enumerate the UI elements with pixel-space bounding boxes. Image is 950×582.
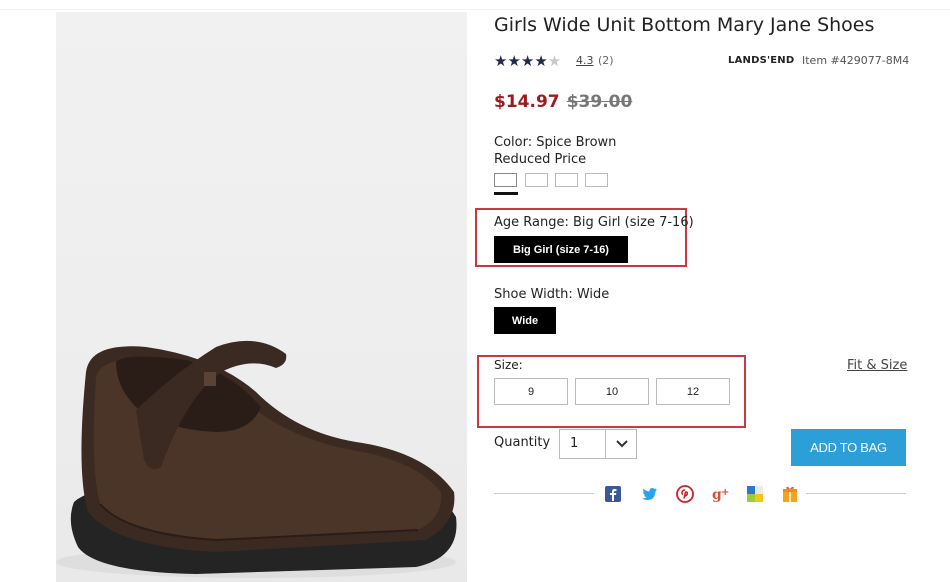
quantity-label: Quantity (494, 435, 551, 450)
original-price: $39.00 (566, 92, 633, 112)
top-border (0, 0, 950, 10)
age-range-label: Age Range: Big Girl (size 7-16) (494, 215, 694, 230)
facebook-icon[interactable] (604, 485, 622, 503)
svg-text:+: + (721, 487, 729, 498)
quantity-select[interactable]: 1 (559, 429, 637, 459)
star-empty: ★ (547, 52, 562, 70)
sale-price: $14.97 (494, 92, 560, 112)
color-swatch[interactable] (585, 173, 608, 187)
quantity-value: 1 (570, 436, 579, 451)
shoe-width-label: Shoe Width: Wide (494, 287, 610, 302)
price-row: $14.97 $39.00 (494, 92, 632, 112)
pinterest-icon[interactable] (676, 485, 694, 503)
brand-logo: LANDS'END (728, 55, 795, 66)
twitter-icon[interactable] (640, 485, 658, 503)
fit-and-size-link[interactable]: Fit & Size (847, 358, 907, 373)
size-option-button[interactable]: 9 (494, 378, 568, 405)
item-number: Item #429077-8M4 (802, 54, 910, 67)
gift-icon[interactable] (781, 485, 799, 503)
mary-jane-shoe-photo (56, 340, 457, 578)
color-label: Color: Spice Brown (494, 135, 617, 150)
delicious-icon[interactable] (746, 485, 764, 503)
stars-filled: ★★★★ (494, 52, 548, 70)
product-title: Girls Wide Unit Bottom Mary Jane Shoes (494, 14, 875, 36)
reduced-price-label: Reduced Price (494, 152, 587, 167)
size-label: Size: (494, 358, 523, 372)
share-divider-right (806, 493, 906, 494)
color-swatch[interactable] (555, 173, 578, 187)
size-option-button[interactable]: 10 (575, 378, 649, 405)
product-image[interactable] (56, 12, 467, 582)
rating-row: ★★★★★ 4.3 (2) LANDS'END Item #429077-8M4 (494, 52, 910, 70)
add-to-bag-button[interactable]: ADD TO BAG (791, 429, 906, 466)
rating-count: (2) (598, 54, 614, 67)
color-swatch[interactable] (494, 173, 517, 187)
star-rating: ★★★★★ (494, 52, 561, 70)
chevron-down-icon (616, 440, 628, 448)
select-divider (605, 430, 606, 458)
size-option-button[interactable]: 12 (656, 378, 730, 405)
share-divider-left (494, 493, 594, 494)
color-swatches (494, 173, 624, 195)
shoe-width-option-button[interactable]: Wide (494, 307, 556, 334)
selected-swatch-indicator (494, 192, 518, 195)
google-plus-icon[interactable]: g + (712, 485, 730, 503)
rating-value-link[interactable]: 4.3 (576, 54, 594, 67)
color-swatch[interactable] (525, 173, 548, 187)
age-range-option-button[interactable]: Big Girl (size 7-16) (494, 236, 628, 263)
